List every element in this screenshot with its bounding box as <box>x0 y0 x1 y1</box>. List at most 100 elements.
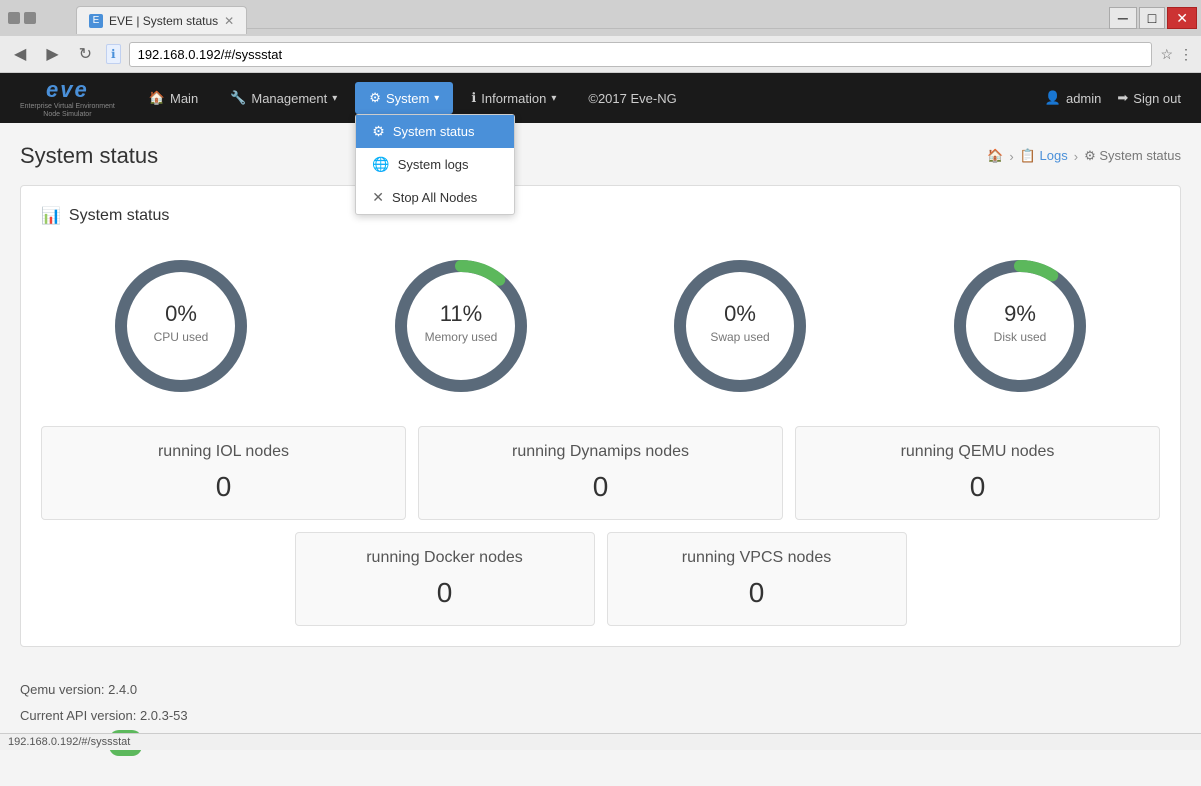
stats-grid-top: running IOL nodes 0 running Dynamips nod… <box>41 426 1160 520</box>
breadcrumb: 🏠 › 📋 Logs › ⚙ System status <box>987 148 1181 164</box>
close-btn[interactable]: ✕ <box>1167 7 1197 29</box>
stat-title-docker: running Docker nodes <box>312 549 578 567</box>
nav-link-copyright: ©2017 Eve-NG <box>574 83 690 114</box>
svg-text:11%: 11% <box>439 301 481 326</box>
info-caret: ▾ <box>551 93 556 104</box>
nav-item-system[interactable]: ⚙ System ▾ ⚙ System status 🌐 System logs… <box>355 82 453 114</box>
disk-gauge-svg: 9% Disk used <box>940 246 1100 406</box>
page-title: System status <box>20 143 158 169</box>
tab-close[interactable]: ✕ <box>224 14 234 28</box>
nav-link-management[interactable]: 🔧 Management ▾ <box>216 82 351 114</box>
svg-text:CPU used: CPU used <box>154 330 209 344</box>
memory-gauge-svg: 11% Memory used <box>381 246 541 406</box>
main-content: System status 🏠 › 📋 Logs › ⚙ System stat… <box>0 123 1201 786</box>
menu-icon[interactable]: ⋮ <box>1179 46 1193 63</box>
navbar-right: 👤 admin ➡ Sign out <box>1045 90 1181 106</box>
stat-title-dynamips: running Dynamips nodes <box>435 443 766 461</box>
stat-card-dynamips: running Dynamips nodes 0 <box>418 426 783 520</box>
api-version: Current API version: 2.0.3-53 <box>20 703 1181 729</box>
brand-sub1: Enterprise Virtual Environment <box>20 103 115 111</box>
stat-card-iol: running IOL nodes 0 <box>41 426 406 520</box>
nav-item-main[interactable]: 🏠 Main <box>135 82 212 114</box>
address-bar: ◀ ▶ ↻ ℹ ☆ ⋮ <box>0 36 1201 72</box>
management-caret: ▾ <box>332 93 337 104</box>
page-header: System status 🏠 › 📋 Logs › ⚙ System stat… <box>20 143 1181 169</box>
address-actions: ☆ ⋮ <box>1160 46 1193 63</box>
logs-icon: 📋 <box>1020 148 1036 163</box>
panel-icon: 📊 <box>41 206 61 226</box>
stats-grid-bottom: running Docker nodes 0 running VPCS node… <box>41 532 1160 626</box>
address-input[interactable] <box>129 42 1153 67</box>
minimize-btn[interactable]: ─ <box>1109 7 1137 29</box>
system-status-icon: ⚙ <box>372 123 385 140</box>
stat-card-qemu: running QEMU nodes 0 <box>795 426 1160 520</box>
gauges-row: 0% CPU used 11% Memory used <box>41 246 1160 406</box>
stat-title-vpcs: running VPCS nodes <box>624 549 890 567</box>
stat-value-dynamips: 0 <box>435 471 766 503</box>
nav-item-copyright: ©2017 Eve-NG <box>574 83 690 114</box>
dropdown-system-status[interactable]: ⚙ System status <box>356 115 514 148</box>
nav-link-main[interactable]: 🏠 Main <box>135 82 212 114</box>
cpu-gauge: 0% CPU used <box>101 246 261 406</box>
back-btn[interactable]: ◀ <box>8 42 32 66</box>
svg-text:9%: 9% <box>1004 301 1036 326</box>
refresh-btn[interactable]: ↻ <box>73 42 98 66</box>
stat-value-docker: 0 <box>312 577 578 609</box>
dropdown-stop-nodes[interactable]: ✕ Stop All Nodes <box>356 181 514 214</box>
nav-link-information[interactable]: ℹ Information ▾ <box>457 82 570 114</box>
footer-info: Qemu version: 2.4.0 Current API version:… <box>20 667 1181 766</box>
stat-card-docker: running Docker nodes 0 <box>295 532 595 626</box>
nav-item-management[interactable]: 🔧 Management ▾ <box>216 82 351 114</box>
system-status-panel: 📊 System status 0% CPU used 11 <box>20 185 1181 647</box>
stat-value-iol: 0 <box>58 471 389 503</box>
maximize-btn[interactable]: □ <box>1139 7 1165 29</box>
breadcrumb-logs[interactable]: 📋 Logs <box>1020 148 1068 164</box>
stat-value-qemu: 0 <box>812 471 1143 503</box>
swap-gauge: 0% Swap used <box>660 246 820 406</box>
browser-tab[interactable]: E EVE | System status ✕ <box>76 6 247 34</box>
signout-icon: ➡ <box>1117 90 1128 106</box>
system-logs-icon: 🌐 <box>372 156 389 173</box>
current-icon: ⚙ <box>1084 148 1096 163</box>
dropdown-system-logs[interactable]: 🌐 System logs <box>356 148 514 181</box>
user-icon: 👤 <box>1045 90 1061 106</box>
stat-title-qemu: running QEMU nodes <box>812 443 1143 461</box>
stop-nodes-icon: ✕ <box>372 189 384 206</box>
status-url: 192.168.0.192/#/syssstat <box>8 736 130 748</box>
navbar: eve Enterprise Virtual Environment Node … <box>0 73 1201 123</box>
qemu-version: Qemu version: 2.4.0 <box>20 677 1181 703</box>
nav-item-information[interactable]: ℹ Information ▾ <box>457 82 570 114</box>
breadcrumb-current: ⚙ System status <box>1084 148 1181 164</box>
nav-signout[interactable]: ➡ Sign out <box>1117 90 1181 106</box>
nav-user: 👤 admin <box>1045 90 1102 106</box>
breadcrumb-home-icon[interactable]: 🏠 <box>987 148 1003 164</box>
panel-title: 📊 System status <box>41 206 1160 226</box>
breadcrumb-sep2: › <box>1074 149 1078 164</box>
svg-text:0%: 0% <box>165 301 197 326</box>
home-icon: 🏠 <box>149 90 165 106</box>
system-icon: ⚙ <box>369 90 381 106</box>
stat-value-vpcs: 0 <box>624 577 890 609</box>
cpu-gauge-svg: 0% CPU used <box>101 246 261 406</box>
brand-eve: eve <box>46 77 89 103</box>
status-bar: 192.168.0.192/#/syssstat <box>0 733 1201 750</box>
stat-card-vpcs: running VPCS nodes 0 <box>607 532 907 626</box>
svg-text:Disk used: Disk used <box>994 330 1047 344</box>
memory-gauge: 11% Memory used <box>381 246 541 406</box>
browser-chrome: E EVE | System status ✕ ─ □ ✕ ◀ ▶ ↻ ℹ ☆ … <box>0 0 1201 73</box>
system-caret: ▾ <box>434 93 439 104</box>
svg-text:Swap used: Swap used <box>711 330 770 344</box>
stat-title-iol: running IOL nodes <box>58 443 389 461</box>
svg-text:Memory used: Memory used <box>424 330 497 344</box>
bookmark-icon[interactable]: ☆ <box>1160 46 1173 63</box>
swap-gauge-svg: 0% Swap used <box>660 246 820 406</box>
management-icon: 🔧 <box>230 90 246 106</box>
breadcrumb-sep1: › <box>1009 149 1013 164</box>
system-dropdown: ⚙ System status 🌐 System logs ✕ Stop All… <box>355 114 515 215</box>
disk-gauge: 9% Disk used <box>940 246 1100 406</box>
forward-btn[interactable]: ▶ <box>40 42 64 66</box>
svg-text:0%: 0% <box>724 301 756 326</box>
info-icon: ℹ <box>471 90 476 106</box>
tab-title: EVE | System status <box>109 14 218 28</box>
nav-link-system[interactable]: ⚙ System ▾ <box>355 82 453 114</box>
